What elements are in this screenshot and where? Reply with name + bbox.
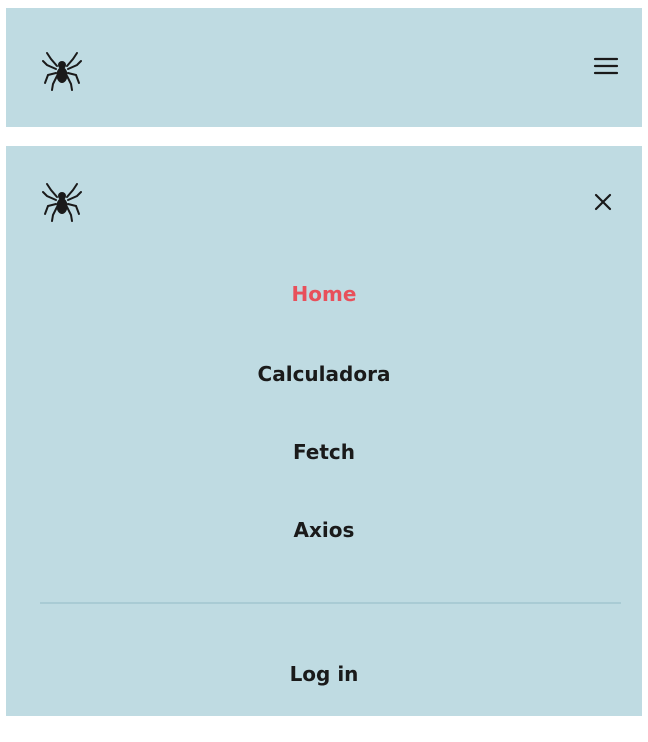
nav-item-fetch[interactable]: Fetch xyxy=(6,438,642,466)
spider-logo-icon[interactable] xyxy=(42,51,82,91)
login-link[interactable]: Log in xyxy=(6,660,642,688)
top-header xyxy=(6,8,642,127)
hamburger-menu-icon[interactable] xyxy=(592,54,620,78)
mobile-menu-panel: Home Calculadora Fetch Axios Log in xyxy=(6,146,642,716)
nav-item-calculadora[interactable]: Calculadora xyxy=(6,360,642,388)
nav-item-axios[interactable]: Axios xyxy=(6,516,642,544)
nav-item-home[interactable]: Home xyxy=(6,280,642,308)
spider-logo-icon[interactable] xyxy=(42,182,82,222)
menu-divider xyxy=(40,602,621,604)
close-icon[interactable] xyxy=(592,191,614,213)
